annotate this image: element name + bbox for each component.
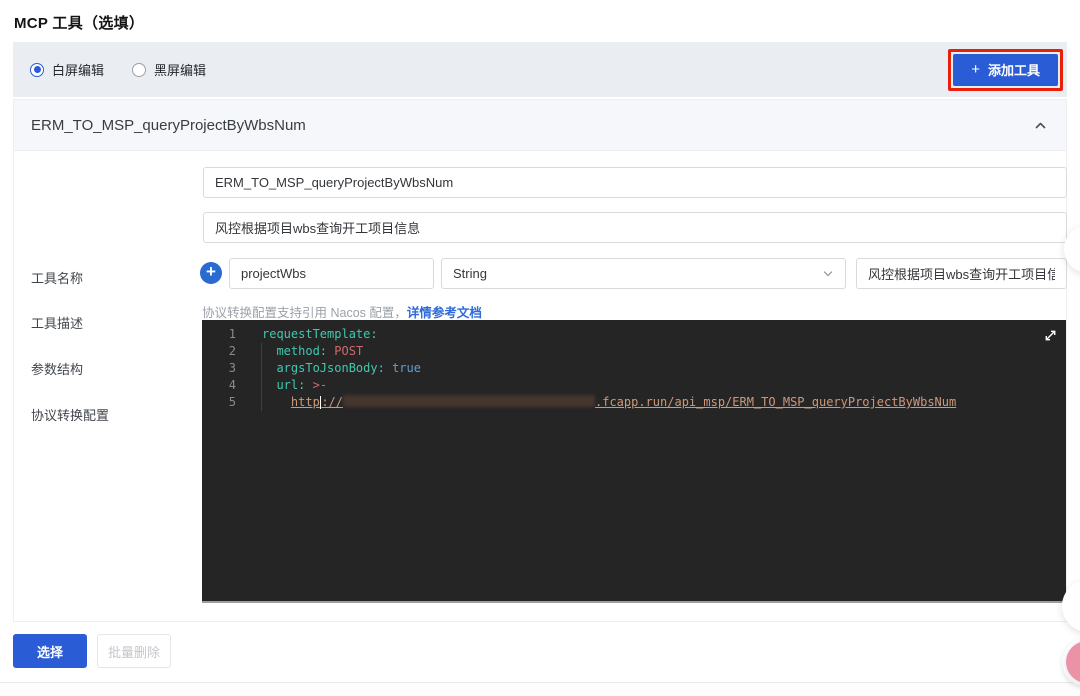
protocol-doc-link[interactable]: 详情参考文档	[407, 306, 482, 320]
param-desc-field-wrap	[856, 258, 1067, 289]
tool-desc-field-wrap	[203, 212, 1067, 243]
protocol-code-editor[interactable]: 12345 requestTemplate: method: POST args…	[202, 320, 1066, 603]
edit-mode-radio-group: 白屏编辑 黑屏编辑	[30, 60, 206, 79]
tool-name-field-wrap	[203, 167, 1067, 198]
radio-white-screen-edit[interactable]: 白屏编辑	[30, 60, 104, 79]
param-name-field-wrap	[229, 258, 434, 289]
accordion-header[interactable]: ERM_TO_MSP_queryProjectByWbsNum	[14, 100, 1066, 151]
radio-unselected-icon[interactable]	[132, 62, 147, 77]
add-tool-button[interactable]: + 添加工具	[953, 53, 1058, 86]
radio-black-screen-edit[interactable]: 黑屏编辑	[132, 60, 206, 79]
radio-selected-icon[interactable]	[30, 62, 44, 77]
radio-white-screen-label: 白屏编辑	[52, 63, 105, 78]
red-annotation-highlight: + 添加工具	[948, 48, 1063, 91]
select-button[interactable]: 选择	[13, 634, 87, 668]
editor-code[interactable]: requestTemplate: method: POST argsToJson…	[262, 326, 1060, 411]
add-tool-label: 添加工具	[987, 63, 1040, 78]
radio-black-screen-label: 黑屏编辑	[154, 63, 207, 78]
param-type-value: String	[453, 266, 487, 281]
chevron-up-icon[interactable]	[1033, 118, 1048, 133]
bottom-strip	[0, 683, 1080, 696]
param-type-select[interactable]: String	[441, 258, 846, 289]
plus-icon: +	[971, 61, 980, 78]
tool-desc-input[interactable]	[203, 212, 1067, 243]
page-title: MCP 工具（选填）	[14, 15, 145, 32]
chevron-down-icon	[822, 268, 834, 280]
param-desc-input[interactable]	[856, 258, 1067, 289]
edit-mode-toolbar: 白屏编辑 黑屏编辑 + 添加工具	[13, 42, 1067, 97]
protocol-config-label: 协议转换配置	[31, 408, 110, 423]
redacted-url-segment	[343, 395, 595, 407]
assistant-sketch-icon	[1076, 237, 1080, 261]
param-name-input[interactable]	[229, 258, 434, 289]
tool-desc-label: 工具描述	[31, 316, 84, 331]
add-param-icon[interactable]: +	[200, 262, 222, 284]
tool-name-label: 工具名称	[31, 271, 84, 286]
expand-icon[interactable]	[1043, 328, 1058, 346]
protocol-hint-text: 协议转换配置支持引用 Nacos 配置，	[202, 306, 407, 320]
batch-delete-button[interactable]: 批量删除	[97, 634, 171, 668]
tool-name-input[interactable]	[203, 167, 1067, 198]
param-structure-label: 参数结构	[31, 362, 84, 377]
editor-gutter: 12345	[228, 327, 236, 409]
protocol-hint: 协议转换配置支持引用 Nacos 配置，详情参考文档	[202, 302, 482, 321]
accordion-title: ERM_TO_MSP_queryProjectByWbsNum	[31, 116, 306, 134]
